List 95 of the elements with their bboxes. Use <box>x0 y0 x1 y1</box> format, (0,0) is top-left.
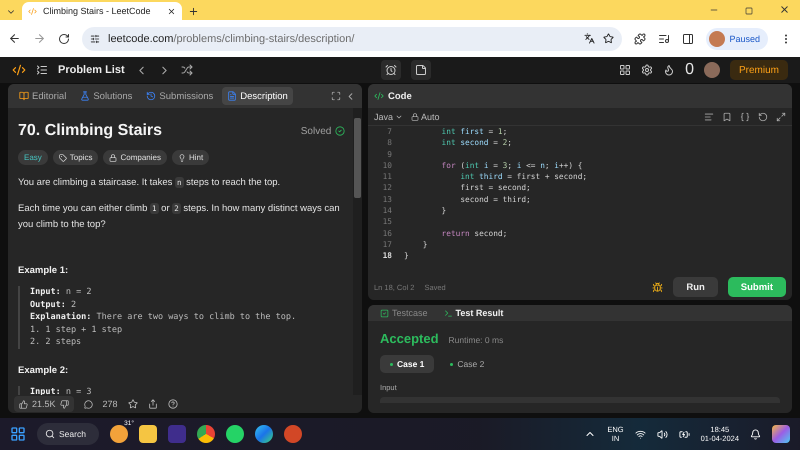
code-icon <box>374 91 384 101</box>
streak-count: 0 <box>685 61 694 79</box>
back-icon[interactable] <box>8 32 21 45</box>
panel-tab[interactable]: Submissions <box>141 87 218 105</box>
search-field[interactable]: Search <box>37 423 99 445</box>
browser-tab[interactable]: Climbing Stairs - LeetCode <box>22 2 182 20</box>
close-icon[interactable] <box>779 4 790 15</box>
star-icon[interactable] <box>128 399 138 409</box>
verdict-text: Accepted <box>380 331 439 346</box>
status-dot <box>450 362 454 366</box>
address-bar[interactable]: leetcode.com/problems/climbing-stairs/description/ <box>82 26 622 50</box>
settings-icon[interactable] <box>641 64 654 76</box>
difficulty-tag: Easy <box>18 150 48 165</box>
history-icon <box>146 91 156 101</box>
thumbs-down-icon <box>60 400 69 408</box>
thumbs-up-icon <box>19 400 28 408</box>
example-line: Input: n = 3 <box>30 386 92 395</box>
grid-icon[interactable] <box>619 64 632 76</box>
example-title: Example 2: <box>18 364 70 376</box>
terminal-icon <box>444 308 453 318</box>
volume-icon[interactable] <box>656 428 668 440</box>
premium-button[interactable]: Premium <box>730 60 788 80</box>
book-icon <box>19 91 29 101</box>
panel-tab[interactable]: Description <box>222 87 293 105</box>
comment-count: 278 <box>102 399 118 409</box>
tag-chip[interactable]: Companies <box>103 150 167 165</box>
status-dot <box>390 362 393 366</box>
profile-button[interactable]: Paused <box>706 28 768 50</box>
restore-icon[interactable] <box>745 7 753 15</box>
battery-icon[interactable] <box>678 428 690 440</box>
case-tab[interactable]: Case 2 <box>440 355 494 373</box>
like-button[interactable]: 21.5K <box>14 396 74 412</box>
braces-icon[interactable] <box>740 112 750 122</box>
bug-icon[interactable] <box>652 282 664 292</box>
avatar-icon[interactable] <box>704 62 720 78</box>
language-select[interactable]: Java <box>374 112 404 122</box>
auto-toggle[interactable]: Auto <box>411 112 440 122</box>
help-icon[interactable] <box>168 399 178 409</box>
tag-chip[interactable]: Hint <box>172 150 210 165</box>
wifi-icon[interactable] <box>634 428 646 440</box>
tag-icon <box>58 154 67 162</box>
lock-icon <box>411 112 420 120</box>
side-panel-icon[interactable] <box>682 32 694 44</box>
note-icon[interactable] <box>410 60 431 80</box>
puzzle-icon[interactable] <box>634 32 646 44</box>
expand-icon[interactable] <box>776 112 786 122</box>
solved-status: Solved <box>300 126 332 136</box>
panel-title: Code <box>388 90 412 102</box>
panel-tab[interactable]: Solutions <box>75 87 138 105</box>
comment-icon[interactable] <box>84 400 93 408</box>
run-button[interactable]: Run <box>673 277 718 297</box>
panel-tab[interactable]: Editorial <box>14 87 72 105</box>
bookmark-icon[interactable] <box>722 112 732 122</box>
forward-icon[interactable] <box>33 32 46 45</box>
example-line: 1. 1 step + 1 step <box>30 324 124 336</box>
share-icon[interactable] <box>148 399 158 409</box>
lock-icon <box>109 154 118 162</box>
logo-icon[interactable] <box>12 63 26 77</box>
runtime-text: Runtime: 0 ms <box>448 335 504 345</box>
media-icon[interactable] <box>658 32 670 44</box>
maximize-icon[interactable] <box>331 91 341 101</box>
windows-start-icon[interactable] <box>10 426 26 442</box>
new-tab-button[interactable] <box>188 6 199 17</box>
result-tab[interactable]: Test Result <box>438 307 510 319</box>
format-icon[interactable] <box>704 112 714 122</box>
flame-icon[interactable] <box>663 64 676 76</box>
alarm-clock-icon[interactable] <box>380 60 401 80</box>
example-title: Example 1: <box>18 265 70 276</box>
check-circle-icon <box>335 126 345 136</box>
reload-icon[interactable] <box>58 32 70 44</box>
example-line: Output: 2 <box>30 298 78 311</box>
scrollbar[interactable] <box>353 108 362 395</box>
tag-chip[interactable]: Topics <box>52 150 98 165</box>
list-icon[interactable] <box>36 64 48 76</box>
checkbox-icon <box>380 308 389 318</box>
document-icon <box>227 91 238 101</box>
example-line: 2. 2 steps <box>30 336 82 348</box>
star-icon <box>603 33 614 44</box>
lightbulb-icon <box>178 154 186 162</box>
result-tab[interactable]: Testcase <box>374 307 434 319</box>
close-icon <box>167 6 176 16</box>
flask-icon <box>80 91 90 101</box>
example-line: Explanation: There are two ways to climb to the top. <box>30 311 298 324</box>
problem-title: 70. Climbing Stairs <box>18 122 162 140</box>
logo-icon <box>28 6 37 16</box>
translate-icon <box>584 33 596 44</box>
reset-icon[interactable] <box>758 112 768 122</box>
avatar-icon <box>709 30 726 46</box>
sliders-icon <box>90 34 100 44</box>
example-line: Input: n = 2 <box>30 286 92 298</box>
bell-icon[interactable] <box>750 428 761 440</box>
problem-list-link[interactable]: Problem List <box>58 64 125 76</box>
case-tab[interactable]: Case 1 <box>380 355 434 373</box>
search-icon <box>45 429 55 439</box>
shuffle-icon[interactable] <box>180 64 193 76</box>
